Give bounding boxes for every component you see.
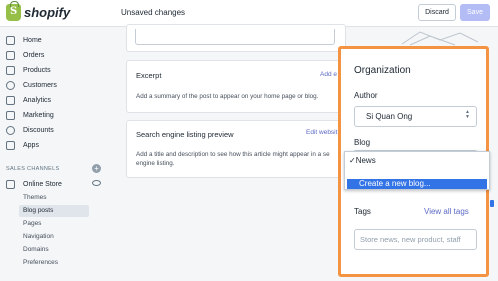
sidebar-item-home[interactable]: Home <box>6 34 42 46</box>
sidebar-item-apps[interactable]: Apps <box>6 139 39 151</box>
checkmark-icon: ✓ <box>349 156 356 165</box>
customers-icon <box>6 80 15 90</box>
excerpt-card: Excerpt Add e Add a summary of the post … <box>126 60 346 113</box>
sales-channels-label: SALES CHANNELS <box>6 166 60 172</box>
sidebar-item-analytics[interactable]: Analytics <box>6 94 51 106</box>
author-label: Author <box>354 91 378 100</box>
select-arrows-icon: ▲ ▼ <box>465 109 470 120</box>
content-card <box>126 24 346 52</box>
sidebar-subitem-domains[interactable]: Domains <box>23 246 49 253</box>
author-value: Si Quan Ong <box>366 112 413 121</box>
sidebar-item-products[interactable]: Products <box>6 64 51 76</box>
add-excerpt-link[interactable]: Add e <box>320 71 337 78</box>
sidebar-item-discounts[interactable]: Discounts <box>6 124 54 136</box>
analytics-icon <box>6 95 15 105</box>
tags-input[interactable]: Store news, new product, staff <box>354 229 477 250</box>
sidebar-item-customers[interactable]: Customers <box>6 79 57 91</box>
blog-option-news[interactable]: ✓News <box>349 156 376 165</box>
shopping-bag-icon <box>6 1 21 21</box>
sidebar-subitem-pages[interactable]: Pages <box>23 220 41 227</box>
store-icon <box>6 179 15 189</box>
seo-title: Search engine listing preview <box>136 130 234 139</box>
sidebar-subitem-preferences[interactable]: Preferences <box>23 259 58 266</box>
discard-button[interactable]: Discard <box>418 4 456 21</box>
apps-icon <box>6 140 15 150</box>
brand-name: shopify <box>24 5 71 20</box>
products-icon <box>6 65 15 75</box>
seo-card: Search engine listing preview Edit websi… <box>126 120 346 178</box>
discounts-icon <box>6 125 15 135</box>
sidebar-subitem-navigation[interactable]: Navigation <box>23 233 54 240</box>
sidebar: Home Orders Products Customers Analytics… <box>0 28 118 281</box>
content-editor[interactable] <box>135 29 335 45</box>
scroll-indicator <box>490 200 494 207</box>
sidebar-item-orders[interactable]: Orders <box>6 49 44 61</box>
eye-icon[interactable] <box>92 180 101 186</box>
seo-description-line1: Add a title and description to see how t… <box>136 151 330 158</box>
sidebar-subitem-themes[interactable]: Themes <box>23 194 46 201</box>
sidebar-item-marketing[interactable]: Marketing <box>6 109 54 121</box>
sidebar-item-online-store[interactable]: Online Store <box>6 178 62 190</box>
tags-label: Tags <box>354 207 371 216</box>
sidebar-subitem-blog-posts[interactable]: Blog posts <box>19 205 89 217</box>
shopify-logo[interactable]: shopify <box>6 1 71 21</box>
top-bar: shopify Unsaved changes Discard Save <box>0 0 498 27</box>
save-button[interactable]: Save <box>460 4 490 21</box>
home-icon <box>6 35 15 45</box>
blog-dropdown-menu: ✓News Create a new blog... <box>344 151 490 190</box>
excerpt-title: Excerpt <box>136 71 162 80</box>
edit-website-seo-link[interactable]: Edit websit <box>306 129 337 136</box>
organization-title: Organization <box>354 65 411 76</box>
blog-label: Blog <box>354 138 371 147</box>
author-select[interactable]: Si Quan Ong ▲ ▼ <box>354 106 477 127</box>
orders-icon <box>6 50 15 60</box>
seo-description-line2: engine listing. <box>136 160 175 167</box>
view-all-tags-link[interactable]: View all tags <box>424 207 469 216</box>
unsaved-status: Unsaved changes <box>121 8 186 17</box>
marketing-icon <box>6 110 15 120</box>
excerpt-description: Add a summary of the post to appear on y… <box>136 93 319 100</box>
add-sales-channel-icon[interactable]: + <box>92 164 101 173</box>
background-illustration <box>401 31 479 46</box>
blog-option-create-new[interactable]: Create a new blog... <box>347 179 487 189</box>
